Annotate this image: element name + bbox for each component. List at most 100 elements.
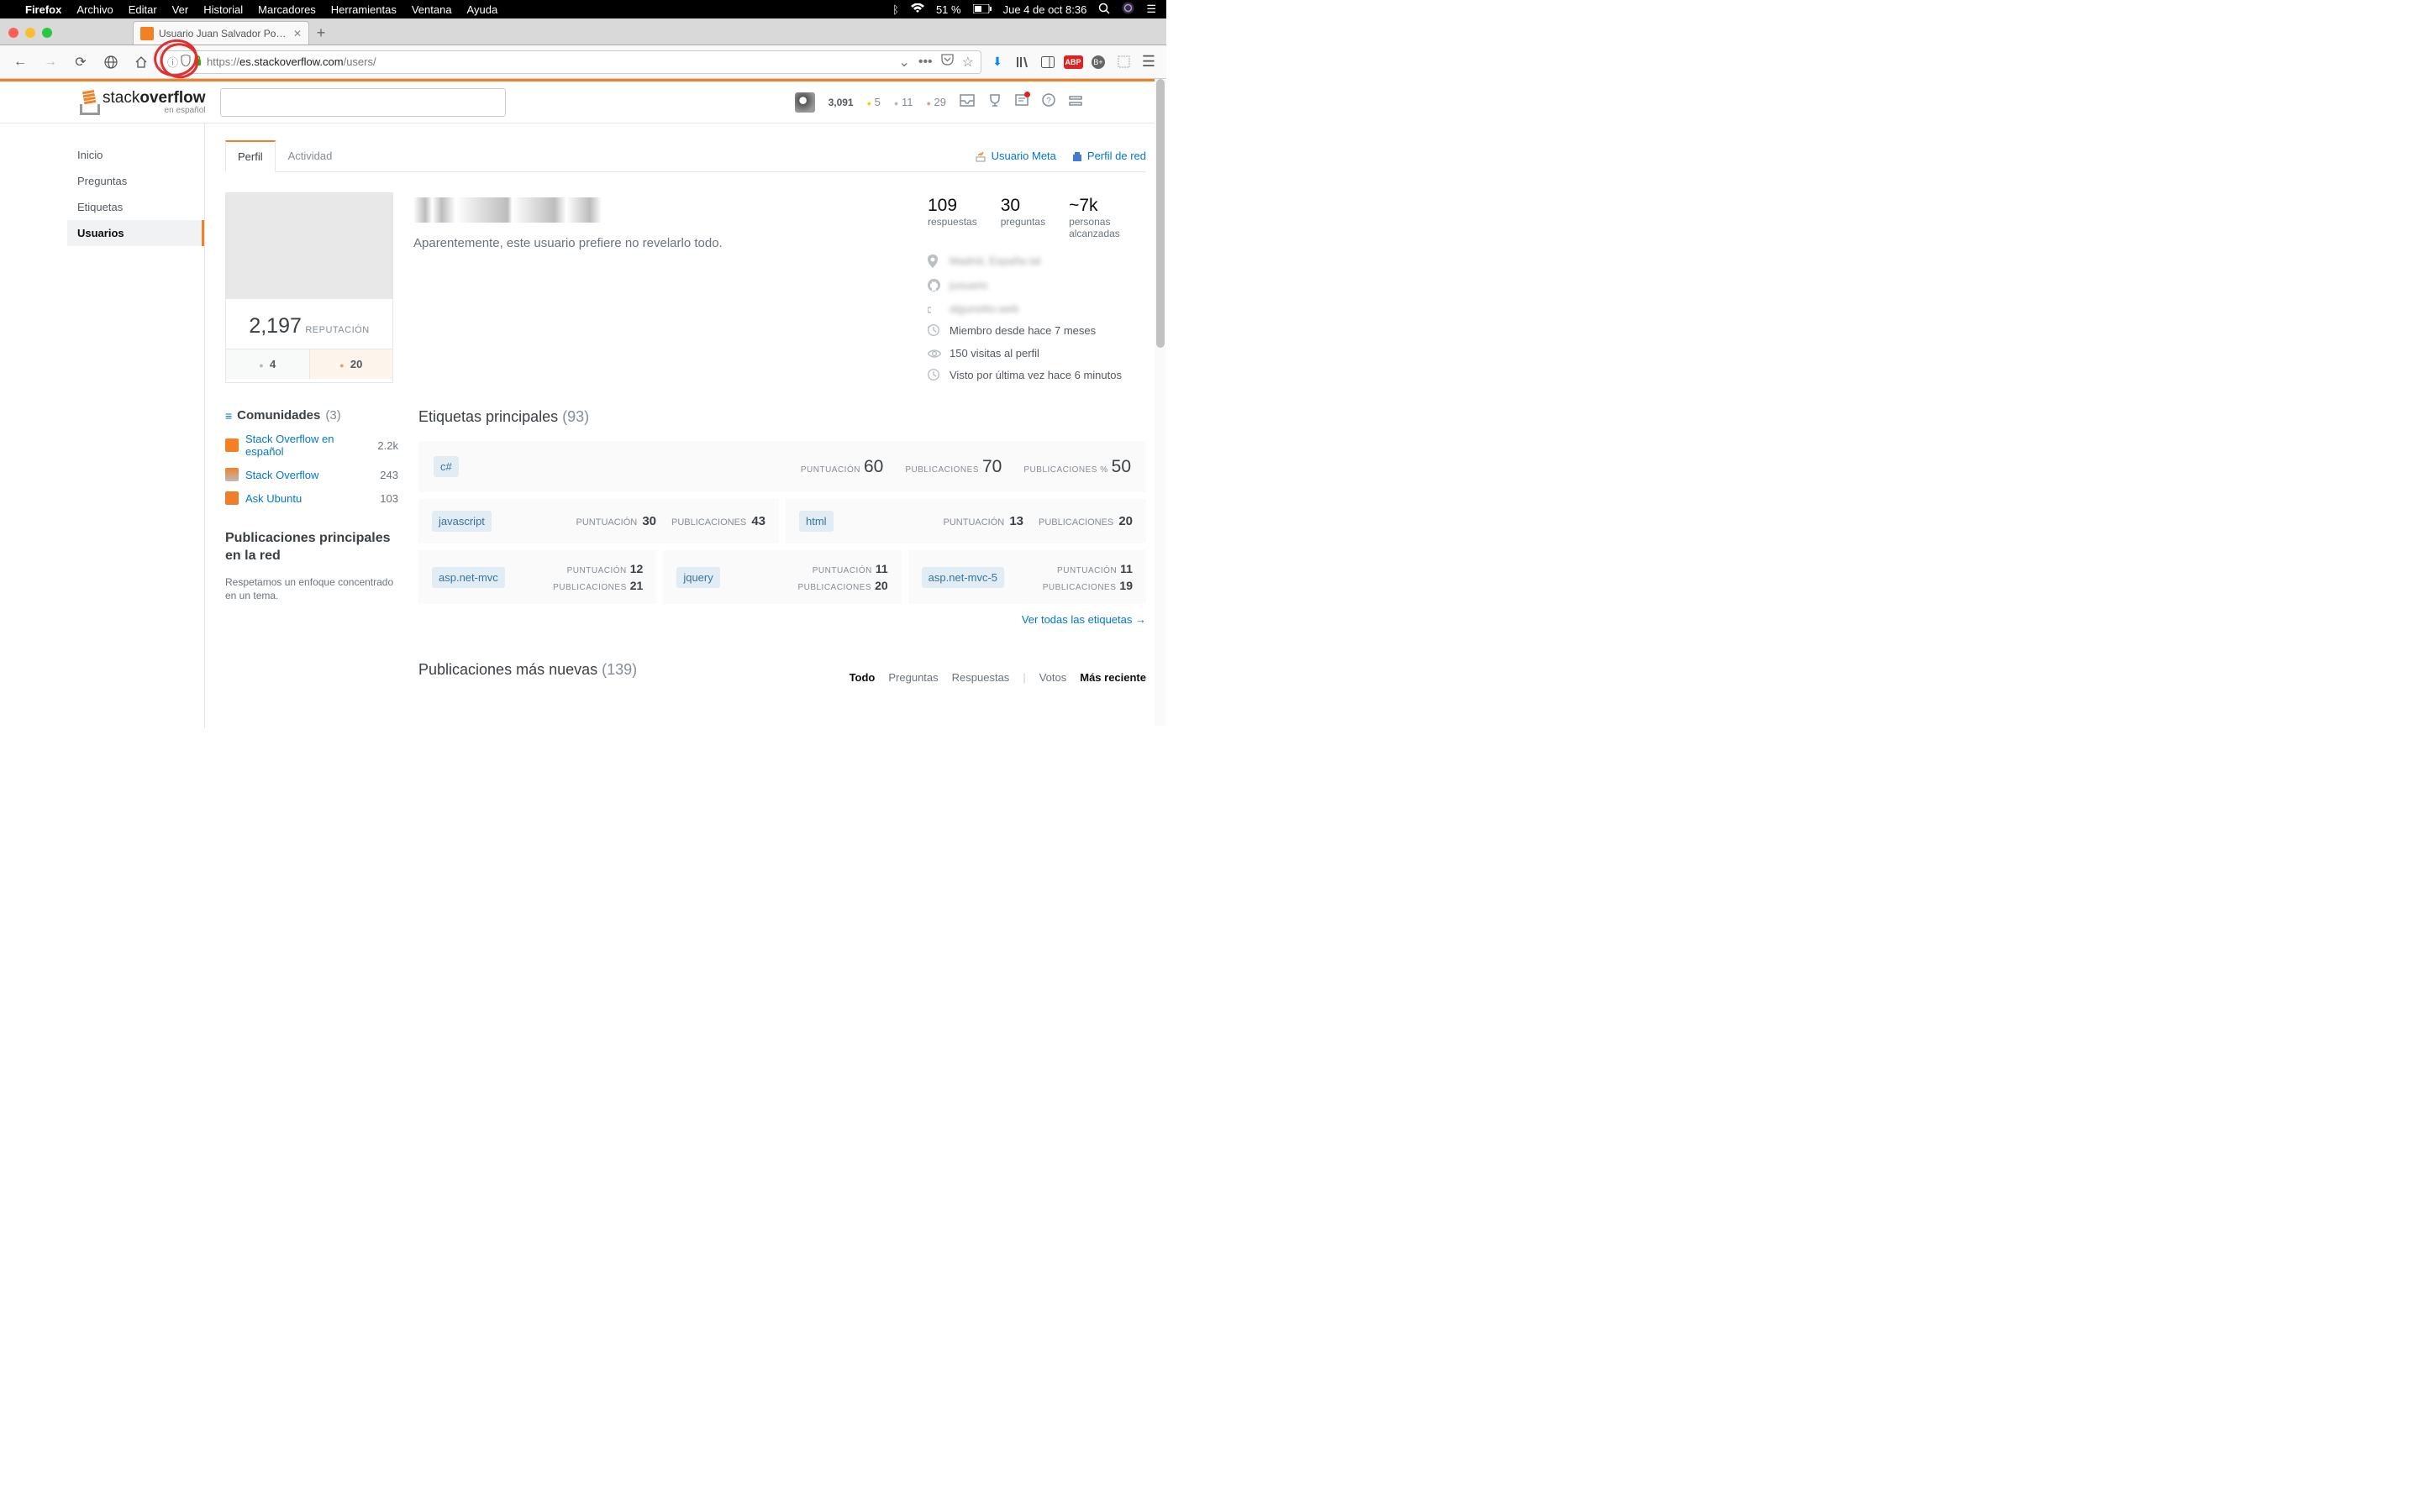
community-row[interactable]: Stack Overflow en español2.2k xyxy=(225,433,398,458)
menu-marcadores[interactable]: Marcadores xyxy=(258,3,316,16)
tab-close-icon[interactable]: ✕ xyxy=(293,28,302,39)
so-search-input[interactable] xyxy=(220,88,506,117)
datetime[interactable]: Jue 4 de oct 8:36 xyxy=(1003,3,1087,16)
menu-herramientas[interactable]: Herramientas xyxy=(331,3,397,16)
eye-icon xyxy=(928,347,941,360)
url-dropdown-icon[interactable]: ⌄ xyxy=(898,54,909,71)
header-reputation[interactable]: 3,091 xyxy=(829,97,854,108)
tab-title: Usuario Juan Salvador Portugal xyxy=(159,28,288,39)
menu-icon[interactable]: ☰ xyxy=(1146,3,1156,16)
bluetooth-icon[interactable]: ᛒ xyxy=(892,3,899,16)
lock-icon[interactable] xyxy=(193,55,202,69)
url-actions-icon[interactable]: ••• xyxy=(918,55,933,70)
url-bar[interactable]: ⓘ https://es.stackoverflow.com/users/ ⌄ … xyxy=(160,50,981,74)
filter-respuestas[interactable]: Respuestas xyxy=(952,671,1010,684)
info-icon[interactable]: ⓘ xyxy=(167,54,178,70)
network-icon xyxy=(1071,150,1083,162)
menu-historial[interactable]: Historial xyxy=(203,3,243,16)
silver-badges[interactable]: ● 4 xyxy=(226,349,310,379)
minimize-window-icon[interactable] xyxy=(25,28,35,38)
globe-icon[interactable] xyxy=(99,50,123,74)
bookmark-star-icon[interactable]: ☆ xyxy=(962,54,974,71)
menu-ventana[interactable]: Ventana xyxy=(412,3,452,16)
so-logo[interactable]: stackoverflow en español xyxy=(76,89,205,115)
so-header: stackoverflow en español 3,091 ● 5 ● 11 … xyxy=(0,81,1166,123)
window-controls[interactable] xyxy=(8,28,52,38)
member-since: Miembro desde hace 7 meses xyxy=(950,324,1096,337)
stat-preguntas: 30 xyxy=(1001,196,1045,216)
sidebar-item-etiquetas[interactable]: Etiquetas xyxy=(67,194,204,220)
review-icon[interactable] xyxy=(1015,93,1028,111)
tag-badge[interactable]: asp.net-mvc-5 xyxy=(922,567,1004,588)
sidebar-item-preguntas[interactable]: Preguntas xyxy=(67,168,204,194)
adblock-icon[interactable]: ABP xyxy=(1064,53,1082,71)
siri-icon[interactable] xyxy=(1122,2,1134,17)
sidebar-item-usuarios[interactable]: Usuarios xyxy=(67,220,204,246)
spotlight-icon[interactable] xyxy=(1098,3,1110,17)
menu-ver[interactable]: Ver xyxy=(172,3,189,16)
sort-reciente[interactable]: Más reciente xyxy=(1080,671,1146,684)
shield-icon[interactable] xyxy=(181,55,191,69)
profile-intro: Aparentemente, este usuario prefiere no … xyxy=(413,192,908,383)
tab-actividad[interactable]: Actividad xyxy=(276,140,345,171)
menu-ayuda[interactable]: Ayuda xyxy=(467,3,498,16)
library-icon[interactable] xyxy=(1013,53,1032,71)
maximize-window-icon[interactable] xyxy=(42,28,52,38)
tag-badge[interactable]: jquery xyxy=(676,567,719,588)
wifi-icon[interactable] xyxy=(911,3,924,16)
site-switcher-icon[interactable] xyxy=(1069,93,1082,111)
close-window-icon[interactable] xyxy=(8,28,18,38)
link-usuario-meta[interactable]: Usuario Meta xyxy=(976,150,1056,162)
top-tag-main: c# Puntuación60 Publicaciones70 Publicac… xyxy=(418,441,1146,492)
url-text: https://es.stackoverflow.com/users/ xyxy=(207,55,376,68)
see-all-tags-link[interactable]: Ver todas las etiquetas → xyxy=(1022,613,1146,626)
clock-icon xyxy=(928,324,941,339)
community-row[interactable]: Stack Overflow243 xyxy=(225,468,398,481)
extension-box-icon[interactable] xyxy=(1114,53,1133,71)
sort-votos[interactable]: Votos xyxy=(1039,671,1067,684)
community-row[interactable]: Ask Ubuntu103 xyxy=(225,491,398,505)
menu-editar[interactable]: Editar xyxy=(129,3,157,16)
pocket-icon[interactable] xyxy=(941,54,954,70)
achievements-icon[interactable] xyxy=(988,93,1002,111)
inbox-icon[interactable] xyxy=(960,93,975,111)
sidebar-icon[interactable] xyxy=(1039,53,1057,71)
help-icon[interactable]: ? xyxy=(1042,93,1055,111)
top-network-posts-note: Respetamos un enfoque concentrado en un … xyxy=(225,575,398,604)
profile-views: 150 visitas al perfil xyxy=(950,347,1039,360)
sidebar-item-inicio[interactable]: Inicio xyxy=(67,142,204,168)
meta-icon xyxy=(976,150,987,162)
scrollbar-thumb[interactable] xyxy=(1156,79,1165,348)
tag-badge[interactable]: asp.net-mvc xyxy=(432,567,505,588)
extension-bplus-icon[interactable]: B+ xyxy=(1089,53,1107,71)
downloads-icon[interactable]: ⬇ xyxy=(988,53,1007,71)
page-scrollbar[interactable] xyxy=(1155,79,1166,726)
back-button[interactable]: ← xyxy=(8,50,32,74)
tag-badge[interactable]: javascript xyxy=(432,511,492,532)
new-tab-button[interactable]: + xyxy=(309,21,333,45)
github-icon xyxy=(928,279,941,294)
bronze-badges[interactable]: ● 20 xyxy=(310,349,393,379)
user-avatar-icon[interactable] xyxy=(795,92,815,113)
link-perfil-red[interactable]: Perfil de red xyxy=(1071,150,1146,162)
history-icon xyxy=(928,369,941,383)
profile-avatar[interactable] xyxy=(226,193,392,299)
filter-todo[interactable]: Todo xyxy=(850,671,876,684)
app-name[interactable]: Firefox xyxy=(25,3,61,16)
left-sidebar: Inicio Preguntas Etiquetas Usuarios xyxy=(0,123,205,728)
menu-archivo[interactable]: Archivo xyxy=(76,3,113,16)
tag-badge[interactable]: html xyxy=(799,511,834,532)
firefox-menu-button[interactable]: ☰ xyxy=(1139,53,1158,71)
browser-tab[interactable]: Usuario Juan Salvador Portugal ✕ xyxy=(133,21,309,45)
filter-preguntas[interactable]: Preguntas xyxy=(888,671,938,684)
tab-perfil[interactable]: Perfil xyxy=(225,140,276,172)
top-tags-row2: javascript Puntuación 30Publicaciones 43… xyxy=(418,499,1146,543)
battery-icon[interactable] xyxy=(973,3,992,16)
forward-button[interactable]: → xyxy=(39,50,62,74)
reload-button[interactable]: ⟳ xyxy=(69,50,92,74)
battery-percent: 51 % xyxy=(936,3,961,16)
profile-stats: 109respuestas 30preguntas ~7kpersonas al… xyxy=(928,192,1146,383)
tag-badge[interactable]: c# xyxy=(434,456,459,477)
home-button[interactable] xyxy=(129,50,153,74)
community-icon xyxy=(225,491,239,505)
